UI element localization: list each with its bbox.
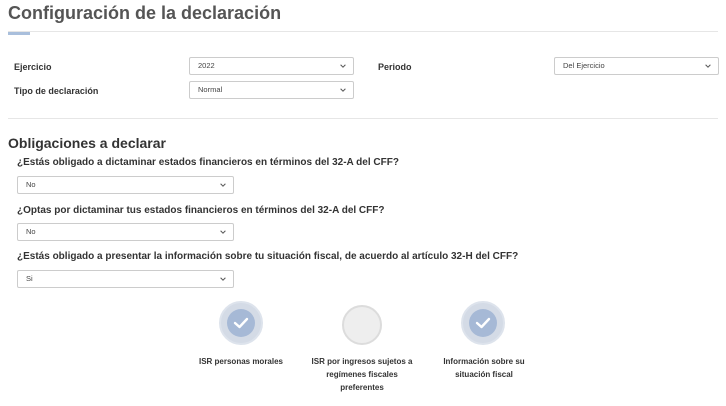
periodo-select[interactable]: Del Ejercicio [554, 57, 719, 75]
periodo-value: Del Ejercicio [563, 61, 605, 70]
question-3-text: ¿Estás obligado a presentar la informaci… [17, 251, 519, 262]
option-isr-personas-morales-toggle[interactable] [219, 301, 263, 345]
option-isr-regimenes-preferentes-toggle[interactable] [342, 305, 382, 345]
title-accent-bar [8, 32, 30, 35]
chevron-down-icon [220, 183, 226, 187]
chevron-down-icon [220, 277, 226, 281]
question-2-select[interactable]: No [17, 223, 234, 241]
question-3-value: Si [26, 274, 33, 283]
option-isr-personas-morales-label: ISR personas morales [198, 357, 284, 366]
tipo-label: Tipo de declaración [14, 86, 99, 96]
ejercicio-value: 2022 [198, 61, 215, 70]
title-divider [8, 31, 718, 32]
page-title: Configuración de la declaración [8, 3, 282, 23]
periodo-label: Periodo [378, 62, 412, 72]
question-1-select[interactable]: No [17, 176, 234, 194]
question-2-text: ¿Optas por dictaminar tus estados financ… [17, 205, 385, 216]
chevron-down-icon [220, 230, 226, 234]
option-situacion-fiscal-label: Información sobre su situación fiscal [443, 357, 525, 379]
chevron-down-icon [340, 64, 346, 68]
question-2-value: No [26, 227, 36, 236]
chevron-down-icon [340, 88, 346, 92]
chevron-down-icon [705, 64, 711, 68]
check-icon [475, 317, 491, 329]
obligaciones-title: Obligaciones a declarar [8, 135, 166, 151]
check-icon [233, 317, 249, 329]
question-1-text: ¿Estás obligado a dictaminar estados fin… [17, 157, 399, 168]
section-divider [8, 118, 718, 119]
tipo-value: Normal [198, 85, 223, 94]
ejercicio-label: Ejercicio [14, 62, 52, 72]
question-1-value: No [26, 180, 36, 189]
tipo-select[interactable]: Normal [189, 81, 354, 99]
option-isr-regimenes-preferentes-label: ISR por ingresos sujetos a regímenes fis… [311, 357, 413, 392]
ejercicio-select[interactable]: 2022 [189, 57, 354, 75]
question-3-select[interactable]: Si [17, 270, 234, 288]
option-situacion-fiscal-toggle[interactable] [461, 301, 505, 345]
